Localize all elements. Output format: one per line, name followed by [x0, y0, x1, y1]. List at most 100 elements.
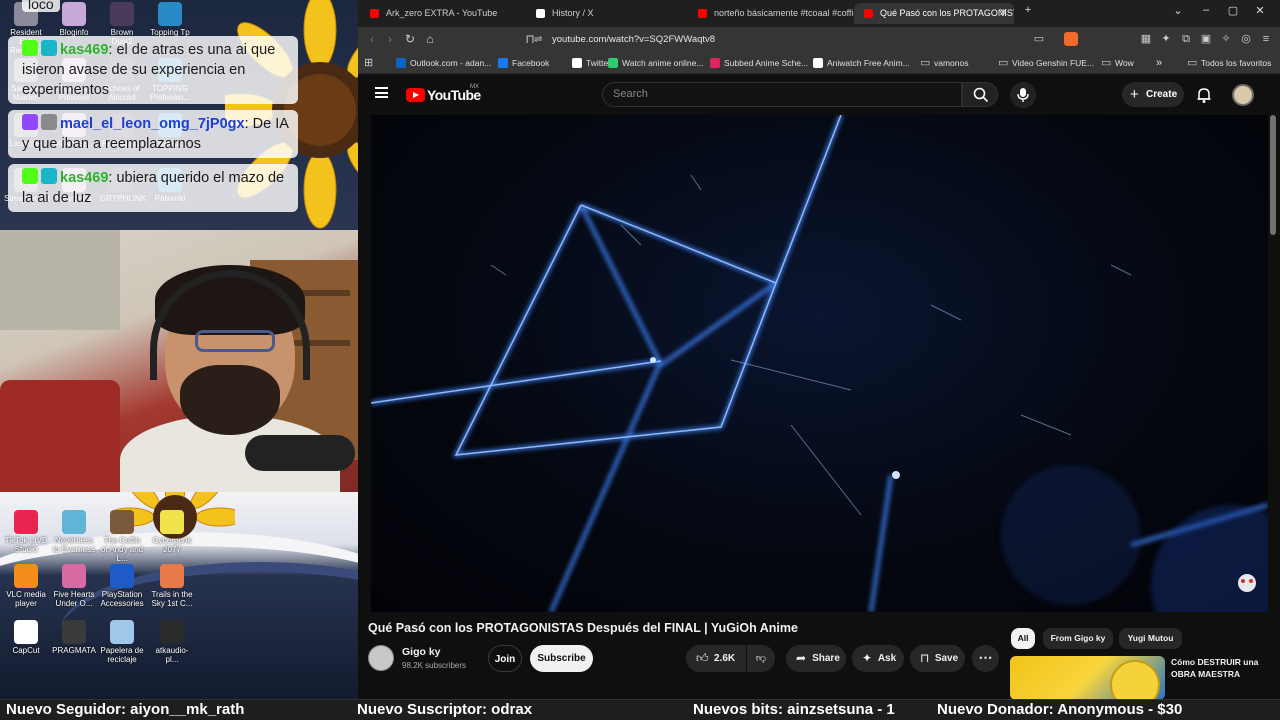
channel-avatar[interactable]	[368, 645, 394, 671]
desktop-shortcut[interactable]: TikTok LIVE Studio	[4, 510, 48, 554]
share-button[interactable]: ➦ Share	[786, 645, 846, 672]
channel-name[interactable]: Gigo ky	[402, 646, 441, 658]
share-label: Share	[812, 653, 840, 664]
tab-ark-zero[interactable]: Ark_zero EXTRA - YouTube	[360, 3, 525, 24]
forward-icon[interactable]: ›	[382, 32, 398, 46]
hamburger-menu-icon[interactable]	[375, 87, 388, 98]
dislike-button[interactable]: 👎︎	[747, 645, 775, 672]
desktop-shortcut[interactable]: atkaudio-pl...	[150, 620, 194, 664]
ask-button[interactable]: ✦ Ask	[852, 645, 904, 672]
create-button[interactable]: + Create	[1122, 82, 1184, 107]
reload-icon[interactable]: ↻	[402, 32, 418, 46]
shortcut-label: PRAGMATA	[52, 646, 96, 655]
desktop-shortcut[interactable]: VLC media player	[4, 564, 48, 608]
video-frame-art	[371, 115, 1268, 612]
search-input[interactable]: Search	[602, 82, 962, 107]
brave-shield-icon[interactable]	[1064, 32, 1078, 46]
save-button[interactable]: ⊓ Save	[910, 645, 965, 672]
like-button[interactable]: 👍︎ 2.6K	[686, 645, 746, 672]
recommended-video-title[interactable]: Cómo DESTRUIR una OBRA MAESTRA	[1171, 656, 1271, 680]
vpn-icon[interactable]: ◎	[1240, 33, 1252, 45]
bookmarks-overflow-icon[interactable]: »	[1156, 56, 1162, 70]
bookmark-label: Subbed Anime Sche...	[724, 58, 809, 68]
webcam-feed	[0, 230, 358, 492]
site-info-icon[interactable]: ⇌	[534, 30, 542, 49]
tab-search-chevron-icon[interactable]: ⌄	[1168, 4, 1188, 17]
desktop-bottom-area: TikTok LIVE Studio Neverness to Everness T…	[0, 492, 358, 700]
menu-icon[interactable]: ≡	[1260, 33, 1272, 45]
cast-icon[interactable]: ▭	[1033, 33, 1045, 45]
desktop-shortcut[interactable]: Papelera de reciclaje	[100, 620, 144, 664]
url-field[interactable]: ⇌ youtube.com/watch?v=SQ2FWWaqtv8	[526, 30, 1086, 49]
app-icon	[160, 510, 184, 534]
bookmark-item[interactable]: Aniwatch Free Anim...	[813, 56, 910, 70]
tab-norteno[interactable]: norteño básicamente #tcoaal #coffin	[688, 3, 853, 24]
more-dots-icon: ⋯	[978, 649, 993, 665]
desktop-shortcut[interactable]: Five Hearts Under O...	[52, 564, 96, 608]
desktop-shortcut[interactable]: PlayStation Accessories	[100, 564, 144, 608]
bookmark-item[interactable]: Twitter	[572, 56, 611, 70]
thumbs-up-icon: 👍︎	[696, 651, 709, 665]
desktop-shortcut[interactable]: Trails in the Sky 1st C...	[150, 564, 194, 608]
folder-icon: ▭	[1187, 57, 1198, 69]
shortcut-label: CapCut	[12, 646, 40, 655]
browser-window: Ark_zero EXTRA - YouTube History / X nor…	[358, 0, 1280, 700]
desktop-shortcut[interactable]: CapCut	[4, 620, 48, 655]
apps-grid-icon[interactable]: ⊞	[364, 56, 373, 70]
desktop-shortcut[interactable]: Neverness to Everness	[52, 510, 96, 554]
minimize-button[interactable]: –	[1196, 4, 1216, 16]
back-icon[interactable]: ‹	[364, 32, 380, 46]
chat-username: mael_el_leon_omg_7jP0gx	[60, 116, 245, 132]
bookmark-item[interactable]: ▭ Wow	[1101, 56, 1134, 70]
ticker-new-follower: Nuevo Seguidor: aiyon__mk_rath	[6, 701, 245, 718]
search-button[interactable]	[962, 82, 998, 107]
bookmark-item[interactable]: ▭ Video Genshin FUE...	[998, 56, 1094, 70]
kick-badge-icon	[22, 40, 38, 56]
bookmark-all-favorites[interactable]: ▭ Todos los favoritos	[1187, 56, 1271, 70]
account-avatar[interactable]	[1232, 84, 1254, 106]
subscribe-button[interactable]: Subscribe	[530, 645, 593, 672]
tab-title: Qué Pasó con los PROTAGONISTAS	[880, 8, 1014, 18]
join-button[interactable]: Join	[488, 645, 522, 672]
chip-all[interactable]: All	[1011, 628, 1035, 649]
bookmark-item[interactable]: Watch anime online...	[608, 56, 703, 70]
bookmark-item[interactable]: ▭ vamonos	[920, 56, 969, 70]
new-tab-button[interactable]: +	[1018, 4, 1038, 16]
plus-icon: +	[1130, 86, 1139, 103]
video-player[interactable]	[371, 115, 1268, 612]
recommended-video-thumbnail[interactable]	[1010, 656, 1165, 700]
pip-icon[interactable]: ⧉	[1180, 33, 1192, 45]
voice-search-button[interactable]	[1010, 82, 1036, 108]
shortcut-label: TikTok LIVE Studio	[4, 536, 48, 554]
bookmark-label: Wow	[1115, 58, 1134, 68]
puzzle-icon[interactable]: ✦	[1160, 33, 1172, 45]
close-window-button[interactable]: ✕	[1250, 4, 1270, 17]
search-icon	[973, 87, 989, 103]
extension-icon[interactable]: ▦	[1140, 33, 1152, 45]
desktop-shortcut[interactable]: The Coffin of Andy and L...	[100, 510, 144, 563]
desktop-shortcut[interactable]: Topping Tp	[148, 2, 192, 37]
chip-yugi-mutou[interactable]: Yugi Mutou	[1119, 628, 1182, 649]
shortcut-label: VLC media player	[6, 590, 46, 608]
more-actions-button[interactable]: ⋯	[972, 645, 999, 672]
page-scrollbar[interactable]	[1270, 115, 1276, 235]
ticker-new-bits: Nuevos bits: ainzsetsuna - 1	[693, 701, 895, 718]
video-title: Qué Pasó con los PROTAGONISTAS Después d…	[368, 621, 798, 635]
desktop-shortcut[interactable]: Cyberpunk 2077	[150, 510, 194, 554]
maximize-button[interactable]: ▢	[1223, 4, 1243, 17]
bookmark-item[interactable]: Outlook.com - adan...	[396, 56, 491, 70]
close-tab-icon[interactable]: ✕	[999, 3, 1008, 24]
wallet-icon[interactable]: ▣	[1200, 33, 1212, 45]
home-icon[interactable]: ⌂	[422, 32, 438, 46]
bookmark-item[interactable]: Facebook	[498, 56, 549, 70]
notifications-bell-icon[interactable]	[1197, 87, 1211, 103]
tab-active-video[interactable]: Qué Pasó con los PROTAGONISTAS ✕	[854, 3, 1014, 24]
address-bar: ‹ › ↻ ⌂ ⊓ ⇌ youtube.com/watch?v=SQ2FWWaq…	[358, 27, 1280, 52]
folder-icon: ▭	[998, 57, 1009, 69]
bookmark-item[interactable]: Subbed Anime Sche...	[710, 56, 808, 70]
tab-history-x[interactable]: History / X	[526, 3, 691, 24]
chip-from-channel[interactable]: From Gigo ky	[1043, 628, 1113, 649]
youtube-logo-icon[interactable]	[406, 88, 425, 102]
desktop-shortcut[interactable]: PRAGMATA	[52, 620, 96, 655]
leo-icon[interactable]: ✧	[1220, 33, 1232, 45]
